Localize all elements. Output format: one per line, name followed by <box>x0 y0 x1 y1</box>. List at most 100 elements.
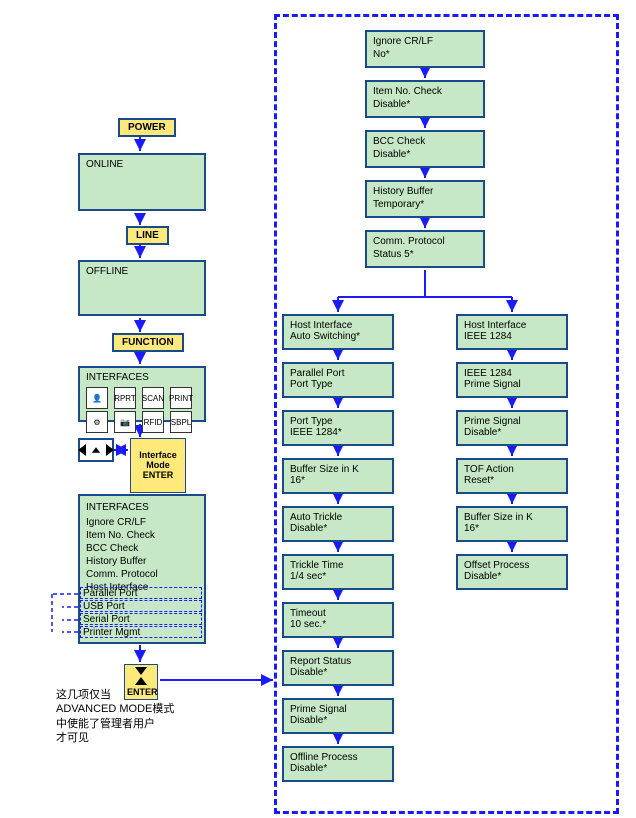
offline-label: OFFLINE <box>86 266 198 277</box>
annot-l2: ADVANCED MODE模式 <box>56 702 196 716</box>
adv-item-parallel[interactable]: Parallel Port <box>80 587 202 599</box>
a0t: Host Interface <box>290 320 386 331</box>
triangle-up-small-icon <box>92 447 100 453</box>
b5v: Disable* <box>464 571 560 582</box>
a2t: Port Type <box>290 416 386 427</box>
adv-item-printer-mgmt-label: Printer Mgmt <box>83 627 140 638</box>
rt-3-v: Temporary* <box>373 199 477 210</box>
a-box-6: Timeout10 sec.* <box>282 602 394 638</box>
menu-item-1[interactable]: Item No. Check <box>86 529 198 542</box>
rt-box-0: Ignore CR/LF No* <box>365 30 485 68</box>
b-box-5: Offset ProcessDisable* <box>456 554 568 590</box>
power-tag: POWER <box>118 118 176 137</box>
b-box-4: Buffer Size in K16* <box>456 506 568 542</box>
rt-2-v: Disable* <box>373 149 477 160</box>
a-box-7: Report StatusDisable* <box>282 650 394 686</box>
rt-0-v: No* <box>373 49 477 60</box>
line-tag: LINE <box>126 226 169 245</box>
a9v: Disable* <box>290 763 386 774</box>
adv-item-serial[interactable]: Serial Port <box>80 613 202 625</box>
interface-mode-text: Interface Mode <box>139 450 177 470</box>
a9t: Offline Process <box>290 752 386 763</box>
a1t: Parallel Port <box>290 368 386 379</box>
rt-box-1: Item No. Check Disable* <box>365 80 485 118</box>
rt-box-2: BCC Check Disable* <box>365 130 485 168</box>
online-label: ONLINE <box>86 159 198 170</box>
b2v: Disable* <box>464 427 560 438</box>
nav-lr-button[interactable] <box>78 438 114 462</box>
icon-gear: ⚙ <box>86 411 108 433</box>
a3v: 16* <box>290 475 386 486</box>
adv-item-printer-mgmt[interactable]: Printer Mgmt <box>80 626 202 638</box>
a-box-4: Auto TrickleDisable* <box>282 506 394 542</box>
rt-0-t: Ignore CR/LF <box>373 36 477 47</box>
menu-item-4[interactable]: Comm. Protocol <box>86 568 198 581</box>
a3t: Buffer Size in K <box>290 464 386 475</box>
icon-scan: SCAN <box>142 387 164 409</box>
b1t: IEEE 1284 <box>464 368 560 379</box>
a-box-3: Buffer Size in K16* <box>282 458 394 494</box>
interfaces-title: INTERFACES <box>86 372 198 383</box>
adv-item-parallel-label: Parallel Port <box>83 588 137 599</box>
icon-rfid: RFID <box>142 411 164 433</box>
annotation-text: 这几项仅当 ADVANCED MODE模式 中使能了管理者用户 才可见 <box>56 688 196 745</box>
a0v: Auto Switching* <box>290 331 386 342</box>
menu-item-0[interactable]: Ignore CR/LF <box>86 516 198 529</box>
adv-item-usb-label: USB Port <box>83 601 125 612</box>
rt-2-t: BCC Check <box>373 136 477 147</box>
interfaces-menu-title: INTERFACES <box>86 501 198 514</box>
b0t: Host Interface <box>464 320 560 331</box>
triangle-down-icon <box>135 667 147 675</box>
b1v: Prime Signal <box>464 379 560 390</box>
b-box-0: Host InterfaceIEEE 1284 <box>456 314 568 350</box>
a-box-5: Trickle Time1/4 sec* <box>282 554 394 590</box>
a-box-0: Host InterfaceAuto Switching* <box>282 314 394 350</box>
a4t: Auto Trickle <box>290 512 386 523</box>
a-box-1: Parallel PortPort Type <box>282 362 394 398</box>
interfaces-screen: INTERFACES 👤 RPRT SCAN PRINT ⚙ 📷 RFID SB… <box>78 366 206 422</box>
b-box-3: TOF ActionReset* <box>456 458 568 494</box>
b3t: TOF Action <box>464 464 560 475</box>
b3v: Reset* <box>464 475 560 486</box>
a5t: Trickle Time <box>290 560 386 571</box>
icon-rprt: RPRT <box>114 387 136 409</box>
rt-box-3: History Buffer Temporary* <box>365 180 485 218</box>
online-box: ONLINE <box>78 153 206 211</box>
menu-item-2[interactable]: BCC Check <box>86 542 198 555</box>
b5t: Offset Process <box>464 560 560 571</box>
triangle-up-icon <box>135 677 147 685</box>
b-box-2: Prime SignalDisable* <box>456 410 568 446</box>
annot-l4: 才可见 <box>56 731 196 745</box>
annot-l1: 这几项仅当 <box>56 688 196 702</box>
rt-3-t: History Buffer <box>373 186 477 197</box>
a4v: Disable* <box>290 523 386 534</box>
a7v: Disable* <box>290 667 386 678</box>
triangle-left-icon <box>78 444 86 456</box>
b2t: Prime Signal <box>464 416 560 427</box>
adv-item-serial-label: Serial Port <box>83 614 130 625</box>
a5v: 1/4 sec* <box>290 571 386 582</box>
rt-1-v: Disable* <box>373 99 477 110</box>
adv-item-usb[interactable]: USB Port <box>80 600 202 612</box>
interface-mode-tag: Interface Mode ENTER <box>130 438 186 493</box>
a-box-8: Prime SignalDisable* <box>282 698 394 734</box>
b4t: Buffer Size in K <box>464 512 560 523</box>
triangle-right-icon <box>106 444 114 456</box>
function-tag: FUNCTION <box>112 333 184 352</box>
a7t: Report Status <box>290 656 386 667</box>
icon-cam: 📷 <box>114 411 136 433</box>
b4v: 16* <box>464 523 560 534</box>
a8v: Disable* <box>290 715 386 726</box>
rt-box-4: Comm. Protocol Status 5* <box>365 230 485 268</box>
a8t: Prime Signal <box>290 704 386 715</box>
icon-user: 👤 <box>86 387 108 409</box>
a6t: Timeout <box>290 608 386 619</box>
a6v: 10 sec.* <box>290 619 386 630</box>
rt-4-t: Comm. Protocol <box>373 236 477 247</box>
b0v: IEEE 1284 <box>464 331 560 342</box>
a-box-9: Offline ProcessDisable* <box>282 746 394 782</box>
rt-1-t: Item No. Check <box>373 86 477 97</box>
menu-item-3[interactable]: History Buffer <box>86 555 198 568</box>
a2v: IEEE 1284* <box>290 427 386 438</box>
a1v: Port Type <box>290 379 386 390</box>
